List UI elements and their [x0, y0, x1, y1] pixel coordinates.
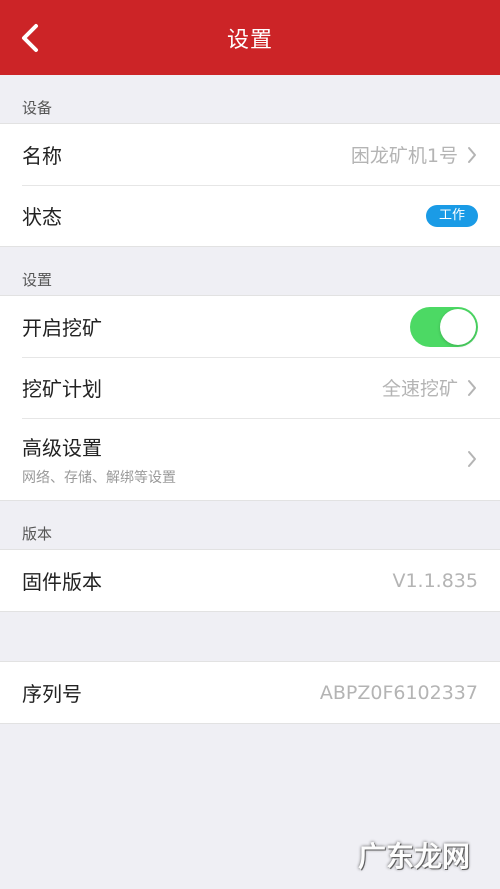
status-row: 状态 工作 — [0, 185, 500, 246]
serial-label: 序列号 — [22, 682, 82, 706]
section-label-settings: 设置 — [22, 271, 53, 289]
device-group: 名称 困龙矿机1号 状态 工作 — [0, 123, 500, 247]
name-label: 名称 — [22, 144, 62, 168]
status-badge: 工作 — [425, 204, 478, 227]
plan-label: 挖矿计划 — [22, 377, 102, 401]
advanced-row[interactable]: 高级设置 网络、存储、解绑等设置 — [0, 418, 500, 500]
name-value: 困龙矿机1号 — [350, 145, 458, 167]
toggle-knob — [440, 308, 476, 345]
firmware-row: 固件版本 V1.1.835 — [0, 550, 500, 611]
serial-group: 序列号 ABPZ0F6102337 — [0, 661, 500, 724]
back-arrow-icon — [22, 24, 38, 52]
plan-row[interactable]: 挖矿计划 全速挖矿 — [0, 357, 500, 418]
section-label-device: 设备 — [22, 99, 53, 117]
plan-value: 全速挖矿 — [381, 378, 458, 400]
mining-row: 开启挖矿 — [0, 296, 500, 357]
firmware-label: 固件版本 — [22, 570, 102, 594]
firmware-value: V1.1.835 — [392, 569, 478, 592]
name-row[interactable]: 名称 困龙矿机1号 — [0, 124, 500, 185]
back-button[interactable] — [10, 18, 50, 58]
chevron-right-icon — [466, 449, 478, 469]
version-group: 固件版本 V1.1.835 — [0, 549, 500, 612]
mining-label: 开启挖矿 — [22, 316, 102, 340]
chevron-right-icon — [466, 378, 478, 398]
status-label: 状态 — [22, 205, 62, 229]
app-header: 设置 — [0, 0, 500, 75]
watermark-logo: 广东龙网 — [357, 840, 470, 873]
serial-row: 序列号 ABPZ0F6102337 — [0, 662, 500, 723]
advanced-label: 高级设置 — [22, 435, 102, 460]
page-title: 设置 — [226, 27, 273, 53]
section-label-version: 版本 — [22, 525, 53, 543]
mining-toggle[interactable] — [410, 306, 478, 347]
settings-group: 开启挖矿 挖矿计划 全速挖矿 高级设置 网络、存储、解绑等设置 — [0, 295, 500, 501]
chevron-right-icon — [466, 145, 478, 165]
serial-value: ABPZ0F6102337 — [319, 681, 478, 704]
advanced-sublabel: 网络、存储、解绑等设置 — [22, 469, 176, 486]
